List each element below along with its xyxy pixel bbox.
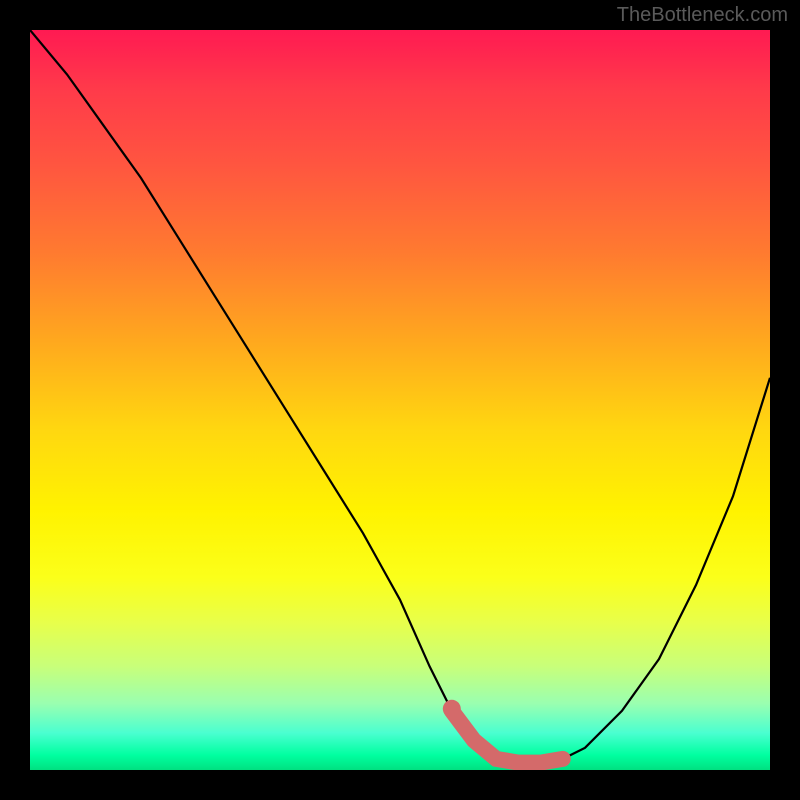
- watermark-text: TheBottleneck.com: [617, 4, 788, 27]
- chart-container: TheBottleneck.com: [0, 0, 800, 800]
- optimal-range-start-dot: [443, 700, 461, 718]
- optimal-range-marker: [452, 711, 563, 763]
- chart-svg: [30, 30, 770, 770]
- plot-area: [30, 30, 770, 770]
- bottleneck-curve-line: [30, 30, 770, 763]
